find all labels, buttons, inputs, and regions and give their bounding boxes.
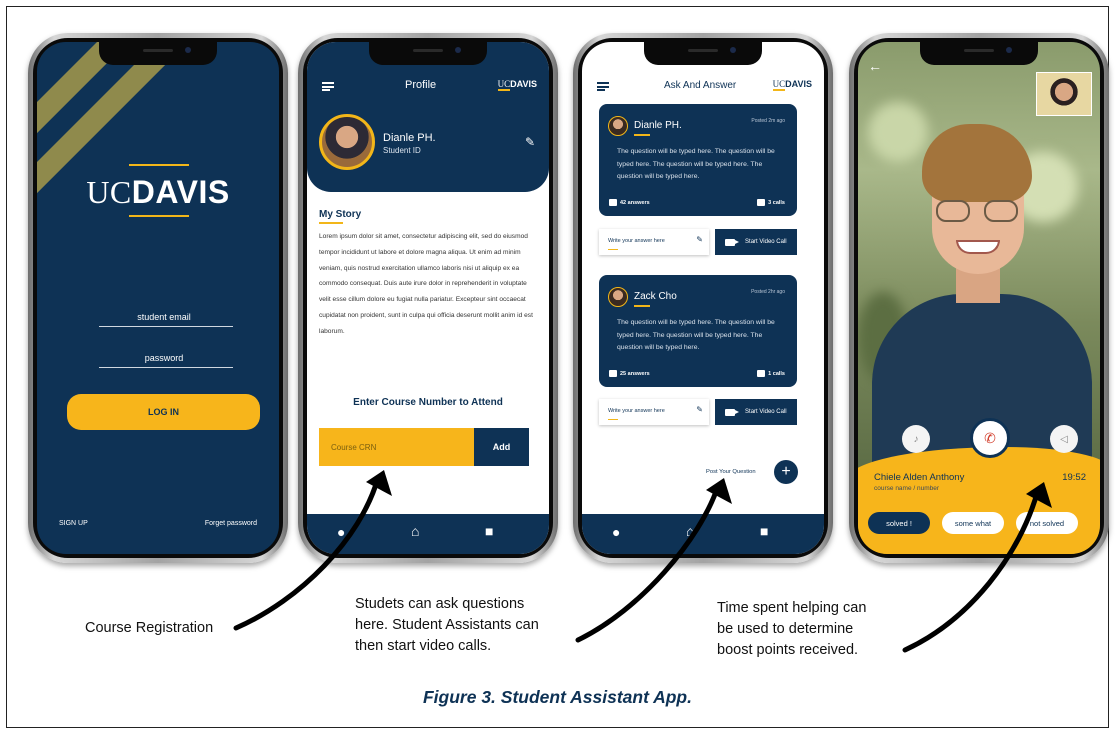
caption-ask: Studets can ask questions here. Student … <box>355 596 539 654</box>
call-panel <box>858 447 1100 554</box>
answer-input[interactable]: Write your answer here ✎ <box>599 229 709 255</box>
avatar <box>608 116 628 136</box>
caller-course: course name / number <box>874 485 940 492</box>
video-call-screen: ← ♪ ✆ ◁ Chiele Alden Anthony course name… <box>858 42 1100 554</box>
chat-icon <box>609 370 617 377</box>
chat-icon <box>609 199 617 206</box>
story-heading: My Story <box>319 209 362 220</box>
speaker-mute-icon[interactable]: ◁ <box>1050 425 1078 453</box>
question-card[interactable]: Dianle PH. Posted 2m ago The question wi… <box>599 104 797 216</box>
profile-icon[interactable]: ● <box>337 524 345 540</box>
video-icon[interactable]: ■ <box>760 523 768 539</box>
phone-qa: Ask And Answer UCDAVIS Dianle PH. Posted… <box>573 33 833 563</box>
password-field[interactable]: password <box>99 353 229 363</box>
rating-not-solved-button[interactable]: not solved <box>1016 512 1078 534</box>
avatar <box>608 287 628 307</box>
start-video-call-button[interactable]: Start Video Call <box>715 399 797 425</box>
self-video-preview[interactable] <box>1036 72 1092 116</box>
pencil-icon: ✎ <box>696 405 703 414</box>
answers-count: 25 answers <box>609 370 650 377</box>
question-text: The question will be typed here. The que… <box>617 148 775 180</box>
email-field[interactable]: student email <box>99 312 229 322</box>
student-id: Student ID <box>383 146 421 155</box>
call-timer: 19:52 <box>1062 472 1086 483</box>
phone-profile: Profile UCDAVIS Dianle PH. Student ID ✎ … <box>298 33 558 563</box>
video-icon[interactable]: ■ <box>485 523 493 539</box>
edit-icon[interactable]: ✎ <box>525 135 535 149</box>
ucdavis-logo: UCDAVIS <box>772 79 812 91</box>
posted-time: Posted 2hr ago <box>751 289 785 295</box>
page-title: Ask And Answer <box>664 80 737 91</box>
rating-somewhat-button[interactable]: some what <box>942 512 1004 534</box>
question-author: Dianle PH. <box>634 120 682 131</box>
profile-icon[interactable]: ● <box>612 524 620 540</box>
profile-name: Dianle PH. <box>383 132 436 144</box>
story-text: Lorem ipsum dolor sit amet, consectetur … <box>319 233 533 335</box>
forgot-password-link[interactable]: Forget password <box>205 520 257 527</box>
mute-mic-icon[interactable]: ♪ <box>902 425 930 453</box>
add-course-button[interactable]: Add <box>474 428 529 466</box>
menu-icon[interactable] <box>322 82 334 91</box>
course-crn-input[interactable]: Course CRN <box>319 428 474 466</box>
question-author: Zack Cho <box>634 291 677 302</box>
home-icon[interactable]: ⌂ <box>411 523 419 539</box>
calls-count: 3 calls <box>757 199 785 206</box>
add-question-button[interactable]: + <box>774 460 798 484</box>
page-title: Profile <box>405 79 437 91</box>
caller-name: Chiele Alden Anthony <box>874 472 965 483</box>
figure-caption: Figure 3. Student Assistant App. <box>422 687 692 707</box>
qa-screen: Ask And Answer UCDAVIS Dianle PH. Posted… <box>582 42 824 554</box>
login-button[interactable]: LOG IN <box>67 394 260 430</box>
question-card[interactable]: Zack Cho Posted 2hr ago The question wil… <box>599 275 797 387</box>
phone-icon <box>757 199 766 206</box>
answer-input[interactable]: Write your answer here ✎ <box>599 399 709 425</box>
phone-icon <box>757 370 766 377</box>
course-heading: Enter Course Number to Attend <box>353 397 503 408</box>
bottom-nav: ● ⌂ ■ <box>307 514 549 554</box>
ucdavis-logo: UCDAVIS <box>497 79 537 91</box>
caption-course-registration: Course Registration <box>85 620 214 636</box>
answers-count: 42 answers <box>609 199 650 206</box>
start-video-call-button[interactable]: Start Video Call <box>715 229 797 255</box>
caption-time: Time spent helping can be used to determ… <box>717 600 867 658</box>
sign-up-link[interactable]: SIGN UP <box>59 520 88 527</box>
phone-login: UCDAVIS student email password LOG IN SI… <box>28 33 288 563</box>
video-camera-icon <box>725 238 740 246</box>
login-screen: UCDAVIS student email password LOG IN SI… <box>37 42 279 554</box>
ucdavis-logo: UCDAVIS <box>86 174 230 210</box>
calls-count: 1 calls <box>757 370 785 377</box>
phone-video-call: ← ♪ ✆ ◁ Chiele Alden Anthony course name… <box>849 33 1109 563</box>
end-call-button[interactable]: ✆ <box>970 418 1010 458</box>
menu-icon[interactable] <box>597 82 609 91</box>
pencil-icon: ✎ <box>696 235 703 244</box>
back-arrow-icon[interactable]: ← <box>868 58 882 74</box>
profile-screen: Profile UCDAVIS Dianle PH. Student ID ✎ … <box>307 42 549 554</box>
bottom-nav: ● ⌂ ■ <box>582 514 824 554</box>
post-question-label[interactable]: Post Your Question <box>706 469 756 475</box>
avatar <box>319 114 375 170</box>
video-camera-icon <box>725 408 740 416</box>
home-icon[interactable]: ⌂ <box>686 523 694 539</box>
rating-solved-button[interactable]: solved ! <box>868 512 930 534</box>
posted-time: Posted 2m ago <box>751 118 785 124</box>
question-text: The question will be typed here. The que… <box>617 319 775 351</box>
